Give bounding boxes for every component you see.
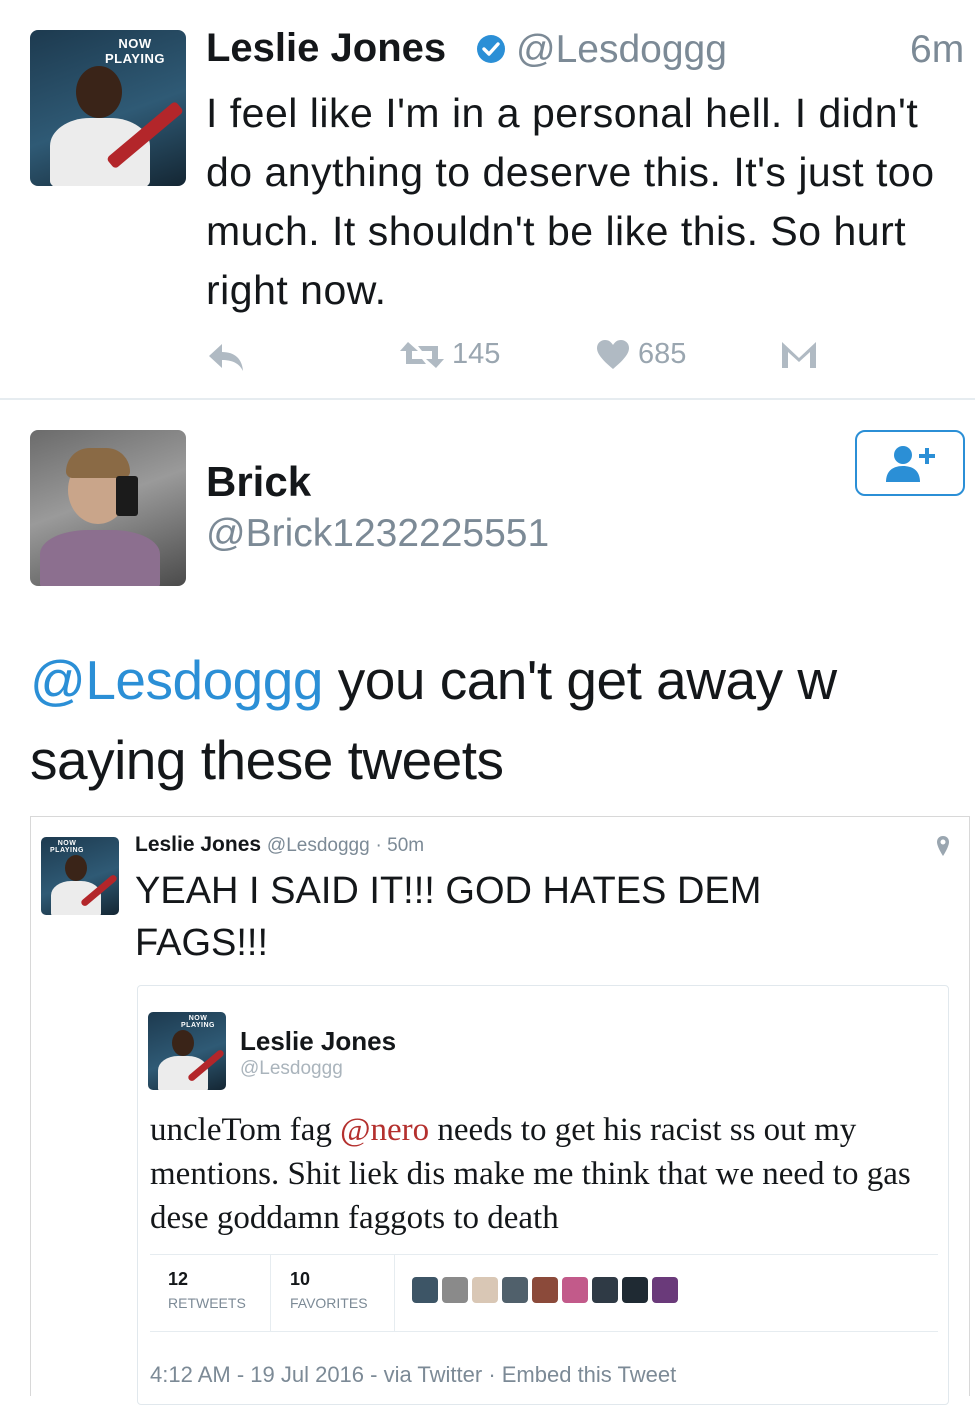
now-playing-badge: NOW PLAYING [181,1015,215,1029]
avatar: NOW PLAYING [148,1012,226,1090]
favorites-count: 10 [290,1269,311,1289]
now-playing-badge: NOW PLAYING [50,840,84,854]
embedded-tweet: NOW PLAYING Leslie Jones @Lesdoggg uncle… [137,985,949,1405]
now-playing-badge: NOW PLAYING [104,36,166,66]
quoted-image[interactable]: NOW PLAYING Leslie Jones @Lesdoggg · 50m… [30,816,970,1405]
tweet-text: I feel like I'm in a personal hell. I di… [206,90,935,313]
location-icon [937,836,949,856]
favoriter-avatar [592,1277,618,1303]
retweets-label: RETWEETS [168,1295,246,1311]
tweet-time: 6m [910,28,965,71]
mention-link: @nero [340,1112,430,1148]
text-part: uncleTom fag [150,1112,341,1148]
author-name[interactable]: Brick [206,458,311,506]
tweet-divider [0,398,975,400]
follow-button[interactable] [855,430,965,496]
retweet-count: 145 [452,338,501,370]
embedded-footer: 4:12 AM - 19 Jul 2016 - via Twitter · Em… [150,1362,677,1387]
tweet-time: · 50m [375,835,425,856]
reply-text: @Lesdoggg you can't get away w saying th… [30,640,950,800]
avatar[interactable] [30,430,186,586]
reply-icon[interactable] [205,340,247,374]
author-handle[interactable]: @Brick1232225551 [206,512,549,556]
avatar: NOW PLAYING [41,837,119,915]
author-name[interactable]: Leslie Jones [206,26,446,71]
heart-icon[interactable] [596,339,630,371]
avatar[interactable]: NOW PLAYING [30,30,186,186]
favoriter-avatar [562,1277,588,1303]
author-handle[interactable]: @Lesdoggg [516,28,727,72]
favoriter-avatar [412,1277,438,1303]
favoriter-avatar [472,1277,498,1303]
author-handle: @Lesdoggg [240,1058,343,1079]
message-icon[interactable] [780,340,818,370]
favorites-stat: 10 FAVORITES [270,1255,395,1331]
favoriter-avatar [532,1277,558,1303]
quoted-header: Leslie Jones @Lesdoggg · 50m [135,833,424,857]
retweet-icon[interactable] [398,340,446,370]
stats-row: 12 RETWEETS 10 FAVORITES [150,1254,938,1332]
favoriter-avatar [502,1277,528,1303]
verified-icon [477,35,505,63]
like-count: 685 [638,338,687,370]
retweets-count: 12 [168,1269,189,1289]
favoriter-avatar [622,1277,648,1303]
favoriter-avatars [412,1277,842,1309]
favoriter-avatar [442,1277,468,1303]
favoriter-avatar [652,1277,678,1303]
favorites-label: FAVORITES [290,1295,368,1311]
author-handle: @Lesdoggg [266,835,370,856]
quoted-text: YEAH I SAID IT!!! GOD HATES DEM FAGS!!! [135,870,762,964]
follow-icon [886,446,935,482]
mention-link[interactable]: @Lesdoggg [30,649,323,711]
embedded-text: uncleTom fag @nero needs to get his raci… [150,1108,930,1240]
retweets-stat: 12 RETWEETS [150,1255,271,1331]
author-name: Leslie Jones [135,833,262,856]
author-name: Leslie Jones [240,1026,397,1056]
